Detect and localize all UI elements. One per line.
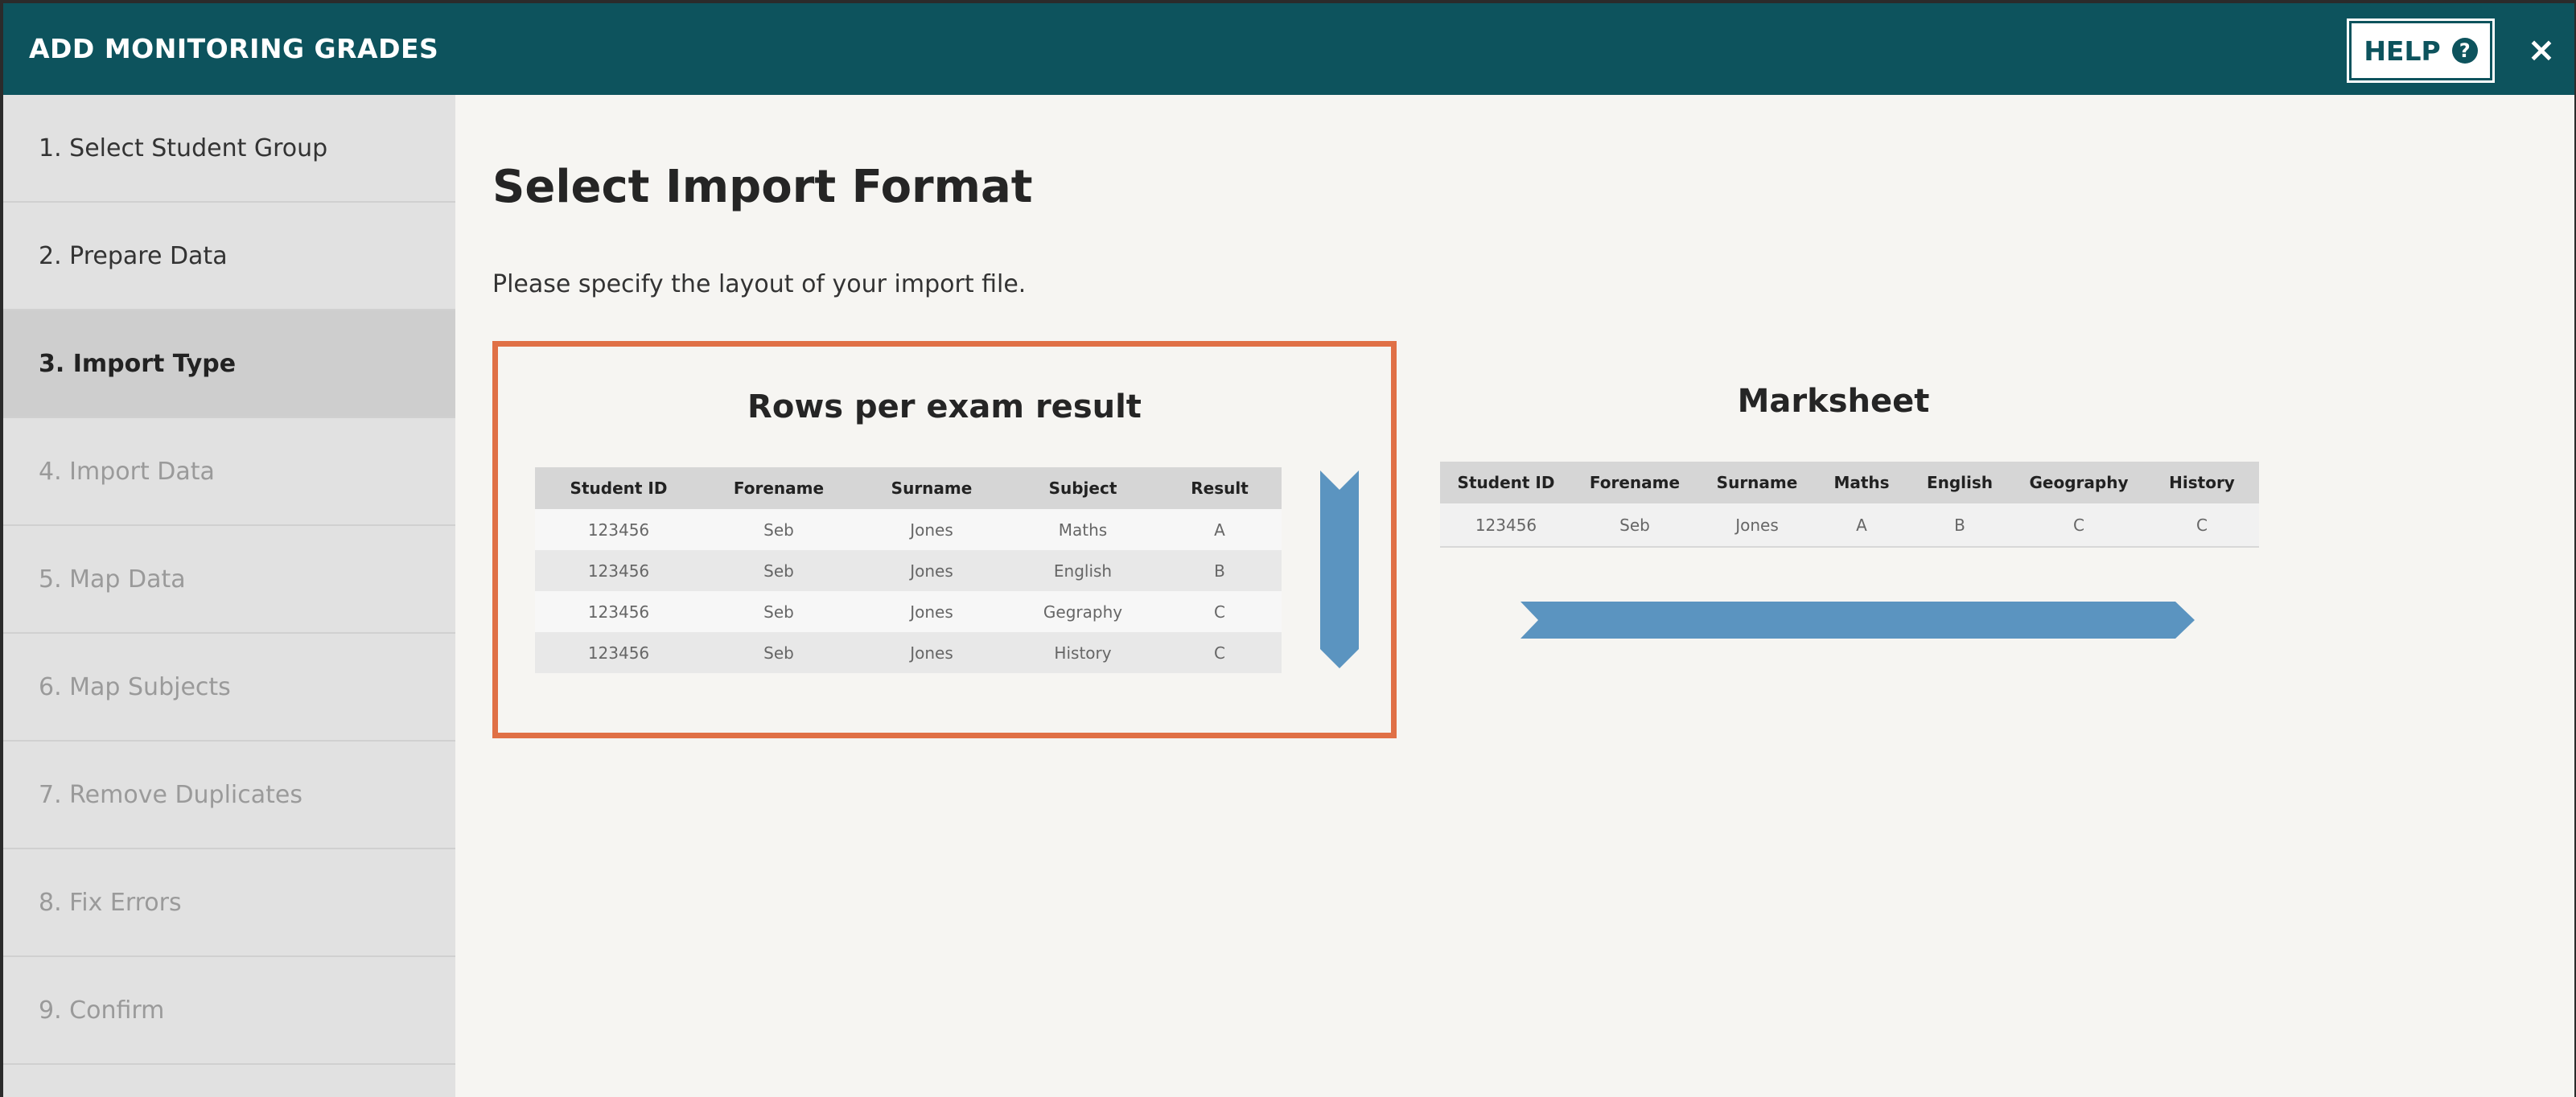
column-header: Surname [855, 467, 1008, 509]
table-cell: C [1158, 632, 1282, 673]
table-cell: C [2145, 503, 2259, 548]
main-content: Select Import Format Please specify the … [455, 95, 2574, 1097]
table-cell: Seb [702, 550, 855, 591]
add-monitoring-grades-modal: ADD MONITORING GRADES HELP ? × 1. Select… [3, 3, 2574, 1097]
step-fix-errors: 8. Fix Errors [3, 849, 455, 957]
table-cell: History [1008, 632, 1158, 673]
table-cell: A [1158, 509, 1282, 550]
table-row: 123456 Seb Jones A B C C [1440, 503, 2259, 548]
column-header: Surname [1697, 462, 1817, 503]
table-cell: B [1907, 503, 2013, 548]
column-header: Maths [1817, 462, 1907, 503]
table-cell: 123456 [535, 509, 702, 550]
column-header: Forename [1572, 462, 1697, 503]
table-row: 123456 Seb Jones History C [535, 632, 1282, 673]
marksheet-preview-table: Student ID Forename Surname Maths Englis… [1440, 462, 2259, 548]
table-cell: Jones [1697, 503, 1817, 548]
table-cell: A [1817, 503, 1907, 548]
table-cell: 123456 [1440, 503, 1572, 548]
table-cell: Gegraphy [1008, 591, 1158, 632]
table-cell: Seb [702, 632, 855, 673]
modal-header: ADD MONITORING GRADES HELP ? × [3, 3, 2574, 95]
option-rows-per-exam-result[interactable]: Rows per exam result Student ID Forename… [492, 341, 1397, 738]
table-cell: Seb [1572, 503, 1697, 548]
table-cell: Maths [1008, 509, 1158, 550]
step-prepare-data[interactable]: 2. Prepare Data [3, 203, 455, 310]
close-icon[interactable]: × [2521, 27, 2562, 71]
column-header: Subject [1008, 467, 1158, 509]
step-remove-duplicates: 7. Remove Duplicates [3, 742, 455, 849]
step-map-subjects: 6. Map Subjects [3, 634, 455, 742]
option-title: Rows per exam result [747, 388, 1142, 425]
step-confirm: 9. Confirm [3, 957, 455, 1065]
table-row: 123456 Seb Jones Gegraphy C [535, 591, 1282, 632]
table-cell: C [2013, 503, 2145, 548]
page-description: Please specify the layout of your import… [492, 270, 1027, 298]
column-header: English [1907, 462, 2013, 503]
table-header-row: Student ID Forename Surname Maths Englis… [1440, 462, 2259, 503]
rows-preview-table: Student ID Forename Surname Subject Resu… [535, 467, 1282, 673]
table-cell: Seb [702, 591, 855, 632]
table-cell: C [1158, 591, 1282, 632]
column-header: Forename [702, 467, 855, 509]
help-label: HELP [2364, 35, 2441, 67]
modal-title: ADD MONITORING GRADES [29, 33, 439, 64]
table-cell: 123456 [535, 632, 702, 673]
page-title: Select Import Format [492, 161, 1033, 213]
option-title: Marksheet [1737, 383, 1930, 420]
table-cell: 123456 [535, 550, 702, 591]
table-cell: B [1158, 550, 1282, 591]
column-header: History [2145, 462, 2259, 503]
column-header: Student ID [535, 467, 702, 509]
help-button[interactable]: HELP ? [2347, 18, 2495, 83]
table-cell: 123456 [535, 591, 702, 632]
column-header: Result [1158, 467, 1282, 509]
table-cell: Seb [702, 509, 855, 550]
table-cell: Jones [855, 550, 1008, 591]
step-select-student-group[interactable]: 1. Select Student Group [3, 95, 455, 203]
table-row: 123456 Seb Jones English B [535, 550, 1282, 591]
wizard-steps-sidebar: 1. Select Student Group 2. Prepare Data … [3, 95, 455, 1097]
table-cell: Jones [855, 632, 1008, 673]
step-map-data: 5. Map Data [3, 526, 455, 634]
column-header: Student ID [1440, 462, 1572, 503]
step-import-type[interactable]: 3. Import Type [3, 310, 455, 418]
option-marksheet[interactable]: Marksheet Student ID Forename Surname Ma… [1393, 341, 2274, 738]
step-import-data: 4. Import Data [3, 418, 455, 526]
question-circle-icon: ? [2451, 38, 2478, 64]
table-header-row: Student ID Forename Surname Subject Resu… [535, 467, 1282, 509]
arrow-right-icon [1520, 602, 2195, 639]
table-row: 123456 Seb Jones Maths A [535, 509, 1282, 550]
table-cell: Jones [855, 509, 1008, 550]
arrow-down-icon [1320, 470, 1359, 668]
table-cell: Jones [855, 591, 1008, 632]
table-cell: English [1008, 550, 1158, 591]
column-header: Geography [2013, 462, 2145, 503]
